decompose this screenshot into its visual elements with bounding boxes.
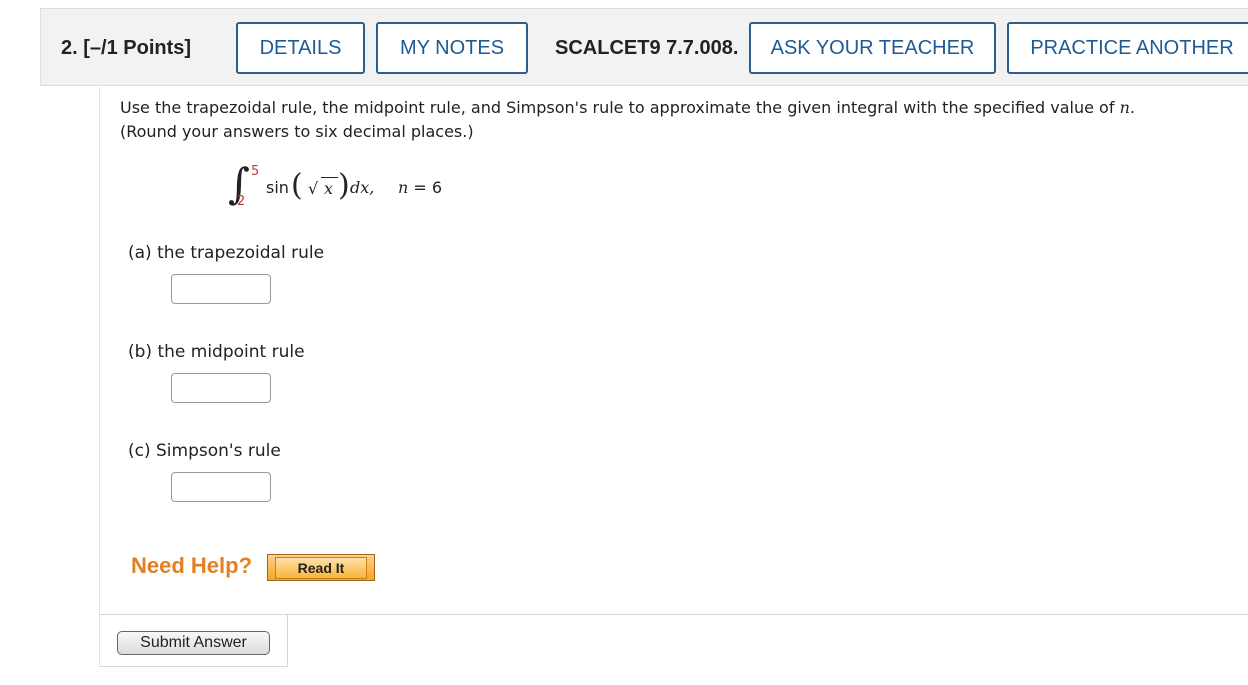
lower-limit: 2 bbox=[237, 194, 246, 209]
ask-your-teacher-button[interactable]: ASK YOUR TEACHER bbox=[749, 22, 996, 74]
submit-area: Submit Answer bbox=[100, 615, 288, 667]
left-paren-icon: ( bbox=[291, 168, 303, 203]
practice-another-button[interactable]: PRACTICE ANOTHER bbox=[1007, 22, 1248, 74]
problem-reference: SCALCET9 7.7.008. bbox=[555, 37, 739, 59]
simpson-answer-input[interactable] bbox=[171, 472, 271, 502]
prompt-variable: n bbox=[1119, 98, 1130, 117]
integral-formula: ∫ 5 2 sin ( √ x ) dx, n = 6 bbox=[228, 159, 488, 215]
differential: dx, bbox=[350, 178, 375, 197]
question-header: 2. [–/1 Points] DETAILS MY NOTES SCALCET… bbox=[40, 8, 1248, 86]
n-value: n = 6 bbox=[398, 178, 442, 197]
question-points: 2. [–/1 Points] bbox=[61, 37, 192, 59]
n-variable: n bbox=[398, 178, 409, 197]
square-root-icon: √ bbox=[308, 179, 319, 198]
prompt-text: Use the trapezoidal rule, the midpoint r… bbox=[120, 98, 1120, 117]
midpoint-answer-input[interactable] bbox=[171, 373, 271, 403]
rounding-instruction: (Round your answers to six decimal place… bbox=[120, 122, 474, 141]
n-equals: = 6 bbox=[413, 178, 443, 197]
part-b-label: (b) the midpoint rule bbox=[128, 342, 305, 362]
details-button[interactable]: DETAILS bbox=[236, 22, 365, 74]
prompt-period: . bbox=[1129, 98, 1135, 117]
submit-answer-button[interactable]: Submit Answer bbox=[117, 631, 270, 655]
read-it-label: Read It bbox=[274, 556, 368, 579]
radicand: x bbox=[324, 179, 334, 198]
trapezoidal-answer-input[interactable] bbox=[171, 274, 271, 304]
question-body: Use the trapezoidal rule, the midpoint r… bbox=[99, 87, 1248, 667]
problem-prompt: Use the trapezoidal rule, the midpoint r… bbox=[120, 96, 1230, 144]
my-notes-button[interactable]: MY NOTES bbox=[376, 22, 528, 74]
part-a-label: (a) the trapezoidal rule bbox=[128, 243, 325, 263]
function-name: sin bbox=[266, 178, 289, 197]
upper-limit: 5 bbox=[251, 164, 260, 179]
radical-bar bbox=[321, 177, 338, 178]
need-help-label: Need Help? bbox=[131, 553, 253, 578]
right-paren-icon: ) bbox=[338, 168, 350, 203]
part-c-label: (c) Simpson's rule bbox=[128, 441, 281, 461]
read-it-button[interactable]: Read It bbox=[267, 554, 375, 581]
